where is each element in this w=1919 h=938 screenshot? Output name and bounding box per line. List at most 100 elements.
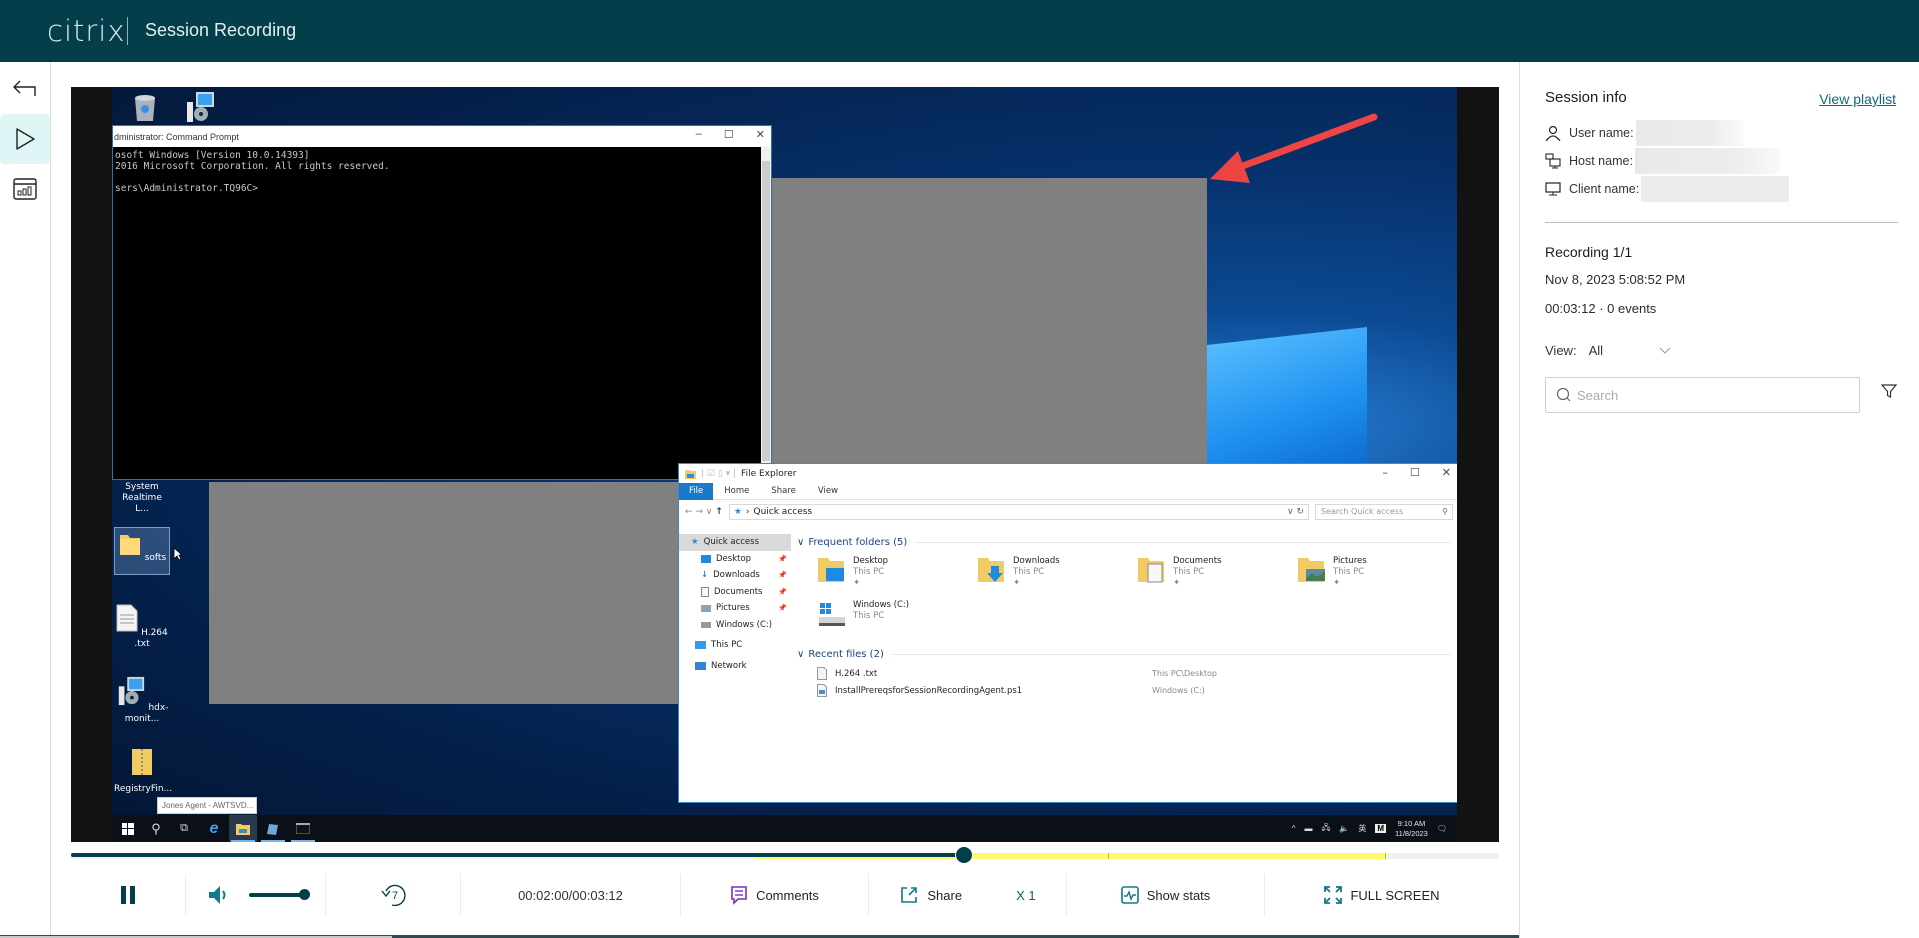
play-icon [16,128,35,150]
m-indicator: M [1375,824,1387,833]
folder-item: Documents This PC ✦ [1137,556,1221,589]
redacted-region [209,482,679,704]
comments-button[interactable]: Comments [681,874,869,916]
star-icon: ★ [691,537,699,548]
cmd-line: 2016 Microsoft Corporation. All rights r… [115,161,390,172]
nav-label: Desktop [716,553,752,564]
app-header: citrix Session Recording [0,0,1919,62]
downloads-folder-icon [977,556,1007,584]
host-icon [1545,153,1561,169]
chevron-up-icon: ^ [1291,824,1296,833]
maximize-icon: ☐ [723,129,734,141]
cmd-output: osoft Windows [Version 10.0.14393] 2016 M… [113,147,771,197]
cmd-taskbar-icon [289,815,317,842]
clock-time: 9:10 AM [1397,818,1426,828]
window-controls: – ☐ ✕ [1382,466,1451,479]
volume-control[interactable] [186,874,326,916]
pin-icon: 📌 [778,587,787,596]
pause-button[interactable] [71,874,186,916]
view-playlist-link[interactable]: View playlist [1819,91,1896,107]
skip-back-button[interactable]: 7 [326,874,461,916]
drive-icon [701,621,711,628]
pin-icon: ✦ [853,578,861,588]
nav-label: Network [711,660,747,671]
player-controls: 7 00:02:00/00:03:12 Comments Share X 1 S… [71,872,1499,918]
nav-label: Windows (C:) [716,619,773,630]
ribbon-tab-file: File [679,482,714,500]
folder-location: This PC [1333,567,1365,577]
nav-quick-access: ★ Quick access [679,534,791,551]
script-file-icon [817,684,827,697]
event-marker[interactable] [1107,853,1385,859]
view-filter: View: All [1545,343,1671,358]
close-icon: ✕ [1441,466,1451,479]
logo-divider [127,17,128,45]
replay-icon: 7 [381,884,406,907]
nav-player[interactable] [0,114,50,164]
explorer-search: Search Quick access ⚲ [1315,503,1453,520]
playback-speed-button[interactable]: X 1 [1016,888,1036,903]
nav-documents: Documents 📌 [679,584,791,601]
taskbar-tooltip: Jones Agent - AWTSVD... [157,797,257,814]
nav-downloads: ↓ Downloads 📌 [679,567,791,584]
filter-button[interactable] [1880,383,1898,404]
maximize-icon: ☐ [1409,466,1420,479]
wallpaper-logo [1207,327,1367,477]
document-icon [701,586,709,597]
recent-file-row: H.264 .txt [817,667,877,680]
ribbon-tab-view: View [817,486,839,496]
pin-icon: ✦ [1173,578,1181,588]
user-name-label: User name: [1569,126,1634,140]
share-button[interactable]: Share [899,885,962,905]
nav-label: This PC [711,640,743,651]
event-marker-tick [1107,853,1109,859]
desktop-icon-label: softs [144,553,167,563]
file-location: This PC\Desktop [1152,669,1217,678]
show-stats-button[interactable]: Show stats [1067,874,1265,916]
recent-file-row: InstallPrereqsforSessionRecordingAgent.p… [817,684,1022,697]
client-name-label: Client name: [1569,182,1640,196]
recording-player[interactable]: System Realtime L... softs H.264 .txt hd… [71,87,1499,842]
cmd-title: dministrator: Command Prompt [114,131,240,142]
cmd-scrollbar [761,147,771,480]
pause-icon [121,886,135,904]
monitor-icon [1545,182,1561,196]
zip-folder-icon [132,749,152,775]
desktop-folder-icon [817,556,847,584]
user-icon [1545,125,1561,141]
file-name: InstallPrereqsforSessionRecordingAgent.p… [835,685,1023,696]
back-button[interactable] [0,63,50,113]
nav-label: Quick access [703,537,760,548]
volume-slider[interactable] [248,889,310,900]
documents-folder-icon [1137,556,1167,584]
seek-handle[interactable] [954,846,973,864]
seek-bar[interactable] [71,846,1499,864]
desktop-icon-recycle-bin [117,92,173,129]
recorded-desktop: System Realtime L... softs H.264 .txt hd… [112,87,1457,842]
volume-handle[interactable] [298,889,310,900]
fullscreen-label: FULL SCREEN [1350,887,1440,903]
fullscreen-button[interactable]: FULL SCREEN [1265,874,1499,916]
battery-icon: ▬ [1304,824,1313,833]
host-name-label: Host name: [1569,154,1633,168]
ribbon-tab-share: Share [771,486,796,496]
view-dropdown[interactable]: All [1589,343,1671,358]
event-search-input[interactable]: Search [1545,377,1860,413]
pin-icon: ✦ [1013,578,1021,588]
recent-files-header: ∨ Recent files (2) [797,646,1451,662]
network-icon: 🖧 [1321,822,1331,832]
search-placeholder: Search [1577,387,1619,403]
mouse-cursor-icon [173,547,183,561]
network-icon [695,661,706,670]
section-title: Frequent folders (5) [808,536,908,548]
folder-item: Windows (C:) This PC [817,600,909,628]
nav-label: Downloads [713,570,760,581]
download-icon: ↓ [701,570,709,581]
nav-this-pc: This PC [679,637,791,654]
text-file-icon [817,667,827,680]
volume-icon: 🔈 [1339,824,1350,833]
pin-icon: 📌 [778,571,787,580]
session-info-panel: Session info View playlist User name: Ho… [1519,62,1919,938]
nav-stats[interactable] [0,164,50,214]
recording-title: Recording 1/1 [1545,244,1633,260]
